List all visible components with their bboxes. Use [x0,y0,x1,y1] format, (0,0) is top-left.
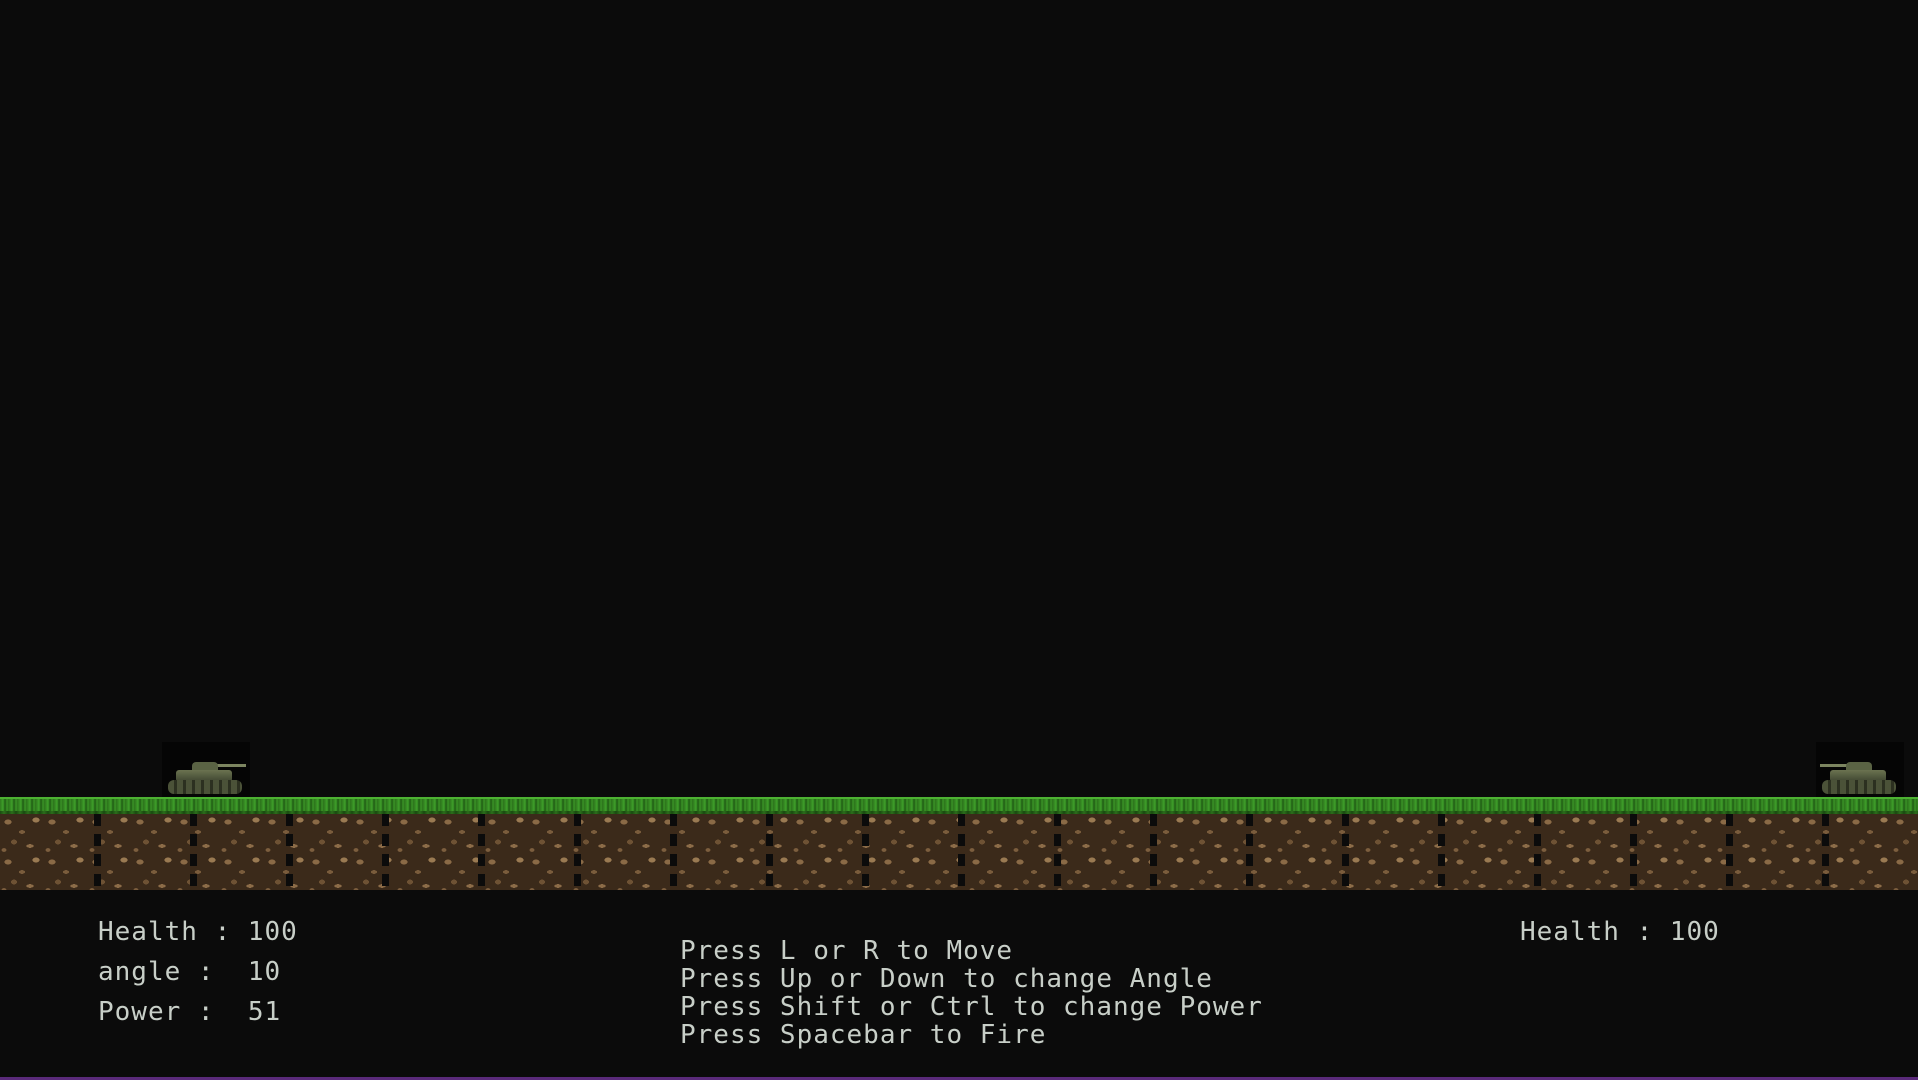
dirt-seam [1726,814,1733,890]
instruction-fire: Press Spacebar to Fire [680,1020,1047,1050]
dirt-seam [1630,814,1637,890]
dirt-seam [1246,814,1253,890]
dirt-seam [1534,814,1541,890]
dirt-seam [1054,814,1061,890]
dirt-seam [574,814,581,890]
dirt-seam [862,814,869,890]
instruction-angle: Press Up or Down to change Angle [680,964,1213,994]
dirt-seam [382,814,389,890]
player1-power: Power : 51 [98,997,282,1027]
player2-health: Health : 100 [1520,917,1720,947]
dirt-seam [190,814,197,890]
dirt-seam [958,814,965,890]
player1-angle: angle : 10 [98,957,282,987]
dirt-seam [94,814,101,890]
instruction-move: Press L or R to Move [680,936,1014,966]
dirt-seam [1822,814,1829,890]
instruction-power: Press Shift or Ctrl to change Power [680,992,1263,1022]
dirt-seam [670,814,677,890]
dirt-seam [1342,814,1349,890]
ground [0,797,1918,890]
dirt-seam [766,814,773,890]
dirt-seam [1438,814,1445,890]
dirt-seam [1150,814,1157,890]
instructions-panel: Press L or R to Move Press Up or Down to… [680,937,1263,1049]
dirt-seam [478,814,485,890]
dirt-seam [286,814,293,890]
player2-tank [1816,742,1904,800]
player1-tank [162,742,250,800]
game-canvas[interactable]: Health : 100 angle : 10 Power : 51 Healt… [0,0,1918,1080]
tank-tracks [168,780,242,794]
tank-tracks [1822,780,1896,794]
player1-health: Health : 100 [98,917,298,947]
